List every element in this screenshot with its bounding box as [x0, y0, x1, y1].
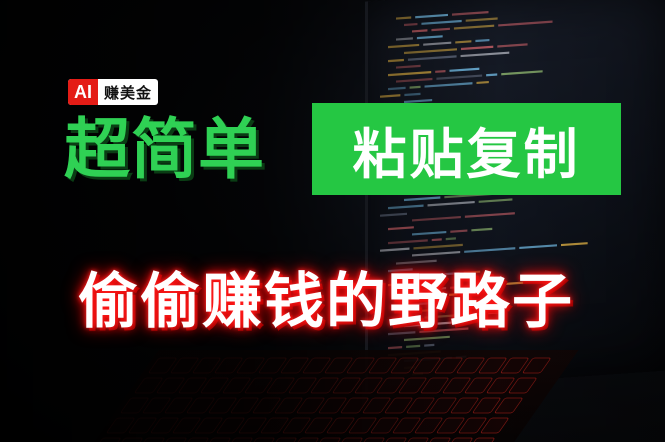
ai-badge-label: AI: [68, 79, 98, 105]
headline-paste-text: 粘贴复制: [352, 122, 581, 186]
headline-paste-box: 粘贴复制: [312, 103, 621, 195]
ai-badge-text: 赚美金: [104, 83, 153, 102]
headline-simple: 超简单: [64, 111, 265, 188]
slogan-glow-text: 偷偷赚钱的野路子: [78, 267, 574, 337]
ai-badge: AI 赚美金: [68, 79, 159, 105]
banner: AI 赚美金 超简单 粘贴复制 偷偷赚钱的野路子: [0, 0, 665, 442]
background-vignette: [0, 0, 665, 442]
